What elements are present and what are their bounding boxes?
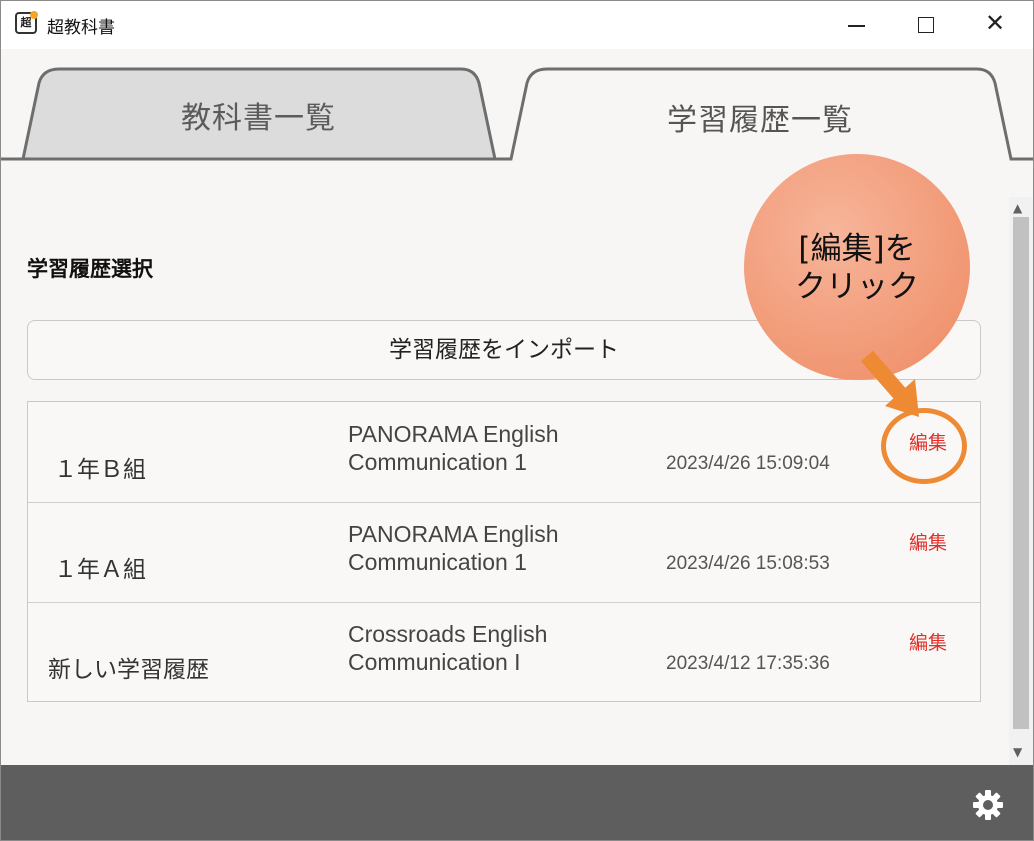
tab-shapes [1, 67, 1033, 161]
section-title: 学習履歴選択 [27, 257, 153, 281]
history-textbook: PANORAMA English Communication 1 [348, 520, 558, 576]
app-icon: 超 [15, 11, 38, 34]
tab-history-list[interactable]: 学習履歴一覧 [667, 95, 853, 139]
maximize-icon [918, 17, 934, 33]
edit-button[interactable]: 編集 [909, 628, 947, 655]
history-date: 2023/4/26 15:09:04 [666, 453, 830, 474]
history-textbook: Crossroads English Communication I [348, 620, 547, 676]
scroll-thumb[interactable] [1013, 217, 1029, 729]
gear-icon[interactable] [971, 788, 1005, 822]
title-bar: 超 超教科書 ✕ [1, 1, 1033, 49]
history-list: １年Ｂ組 PANORAMA English Communication 1 20… [27, 401, 981, 702]
annotation-callout: [編集]を クリック [744, 154, 970, 380]
tab-bar: 教科書一覧 学習履歴一覧 [1, 49, 1033, 161]
close-button[interactable]: ✕ [961, 1, 1031, 49]
history-row[interactable]: 新しい学習履歴 Crossroads English Communication… [28, 602, 980, 702]
maximize-button[interactable] [891, 1, 961, 49]
textbook-line-1: PANORAMA English [348, 421, 559, 447]
history-row[interactable]: １年Ａ組 PANORAMA English Communication 1 20… [28, 502, 980, 603]
minimize-button[interactable] [821, 1, 891, 49]
history-date: 2023/4/12 17:35:36 [666, 653, 830, 674]
annotation-line-2: クリック [795, 269, 919, 305]
app-window: 超 超教科書 ✕ 教科書一覧 学習履歴一覧 学習履歴選択 学習履歴をインポート … [0, 0, 1034, 841]
textbook-line-2: Communication 1 [348, 449, 527, 475]
textbook-line-2: Communication 1 [348, 549, 527, 575]
scroll-up-icon[interactable]: ▲ [1013, 201, 1022, 215]
app-title: 超教科書 [47, 18, 115, 38]
tab-textbook-list[interactable]: 教科書一覧 [181, 93, 336, 137]
annotation-line-1: [編集]を [798, 231, 916, 267]
footer-bar [1, 765, 1033, 840]
history-name: １年Ｂ組 [54, 457, 146, 483]
textbook-line-2: Communication I [348, 649, 521, 675]
history-name: １年Ａ組 [54, 557, 146, 583]
history-date: 2023/4/26 15:08:53 [666, 553, 830, 574]
history-textbook: PANORAMA English Communication 1 [348, 420, 558, 476]
close-icon: ✕ [985, 9, 1006, 37]
vertical-scrollbar[interactable]: ▲ ▼ [1009, 197, 1033, 765]
annotation-highlight-ring [881, 408, 967, 484]
scroll-down-icon[interactable]: ▼ [1013, 745, 1022, 759]
textbook-line-1: Crossroads English [348, 621, 548, 647]
minimize-icon [848, 25, 865, 27]
history-name: 新しい学習履歴 [48, 657, 209, 683]
history-row[interactable]: １年Ｂ組 PANORAMA English Communication 1 20… [28, 402, 980, 503]
edit-button[interactable]: 編集 [909, 528, 947, 555]
textbook-line-1: PANORAMA English [348, 521, 559, 547]
